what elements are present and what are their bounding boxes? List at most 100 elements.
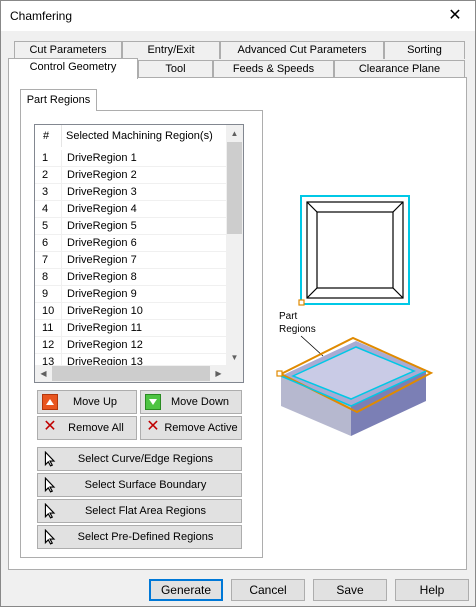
tab-control-geometry[interactable]: Control Geometry bbox=[8, 58, 138, 79]
select-surface-label: Select Surface Boundary bbox=[84, 479, 207, 491]
scroll-corner bbox=[226, 365, 243, 382]
column-header-number[interactable]: # bbox=[43, 130, 49, 142]
row-number: 4 bbox=[42, 203, 49, 215]
move-down-icon bbox=[145, 394, 161, 410]
select-curve-edge-regions-button[interactable]: Select Curve/Edge Regions bbox=[37, 447, 242, 471]
row-separator bbox=[61, 184, 62, 201]
list-rows: 1 DriveRegion 1 2 DriveRegion 2 3 DriveRegi… bbox=[35, 150, 227, 371]
tab-entry-exit[interactable]: Entry/Exit bbox=[122, 41, 220, 59]
row-region-name: DriveRegion 11 bbox=[67, 322, 143, 334]
cursor-arrow-icon bbox=[44, 529, 56, 545]
start-point-marker bbox=[298, 299, 305, 306]
machining-regions-list[interactable]: # Selected Machining Region(s) 1 DriveReg… bbox=[34, 124, 244, 383]
save-button[interactable]: Save bbox=[313, 579, 387, 601]
chamfering-dialog: Chamfering ✕ Cut Parameters Entry/Exit A… bbox=[0, 0, 476, 607]
row-region-name: DriveRegion 1 bbox=[67, 152, 137, 164]
row-number: 9 bbox=[42, 288, 49, 300]
row-region-name: DriveRegion 5 bbox=[67, 220, 137, 232]
list-item[interactable]: 2 DriveRegion 2 bbox=[35, 167, 227, 184]
row-region-name: DriveRegion 6 bbox=[67, 237, 137, 249]
horizontal-scrollbar[interactable]: ◀ ▶ bbox=[35, 365, 227, 382]
list-item[interactable]: 4 DriveRegion 4 bbox=[35, 201, 227, 218]
column-separator bbox=[61, 125, 62, 147]
scroll-up-icon[interactable]: ▲ bbox=[226, 125, 243, 142]
row-number: 7 bbox=[42, 254, 49, 266]
row-region-name: DriveRegion 2 bbox=[67, 169, 137, 181]
part-label-line2: Regions bbox=[279, 324, 316, 335]
list-item[interactable]: 11 DriveRegion 11 bbox=[35, 320, 227, 337]
list-header: # Selected Machining Region(s) bbox=[35, 125, 227, 147]
row-region-name: DriveRegion 10 bbox=[67, 305, 143, 317]
remove-active-button[interactable]: ✕ Remove Active bbox=[140, 416, 242, 440]
row-number: 8 bbox=[42, 271, 49, 283]
select-predefined-regions-button[interactable]: Select Pre-Defined Regions bbox=[37, 525, 242, 549]
list-item[interactable]: 9 DriveRegion 9 bbox=[35, 286, 227, 303]
row-region-name: DriveRegion 4 bbox=[67, 203, 137, 215]
list-item[interactable]: 3 DriveRegion 3 bbox=[35, 184, 227, 201]
tab-part-regions[interactable]: Part Regions bbox=[20, 89, 97, 111]
scroll-left-icon[interactable]: ◀ bbox=[35, 365, 52, 382]
tab-clearance-plane[interactable]: Clearance Plane bbox=[334, 60, 465, 78]
cursor-arrow-icon bbox=[44, 451, 56, 467]
select-predefined-label: Select Pre-Defined Regions bbox=[77, 531, 214, 543]
column-header-region[interactable]: Selected Machining Region(s) bbox=[66, 130, 213, 142]
tab-cut-parameters[interactable]: Cut Parameters bbox=[14, 41, 122, 59]
list-item[interactable]: 6 DriveRegion 6 bbox=[35, 235, 227, 252]
row-number: 3 bbox=[42, 186, 49, 198]
label-leader-line bbox=[300, 335, 324, 357]
row-separator bbox=[61, 150, 62, 167]
remove-x-icon: ✕ bbox=[146, 418, 160, 435]
select-flat-area-regions-button[interactable]: Select Flat Area Regions bbox=[37, 499, 242, 523]
list-item[interactable]: 1 DriveRegion 1 bbox=[35, 150, 227, 167]
window-title: Chamfering bbox=[10, 9, 73, 23]
row-region-name: DriveRegion 3 bbox=[67, 186, 137, 198]
select-flat-label: Select Flat Area Regions bbox=[84, 505, 207, 517]
row-separator bbox=[61, 218, 62, 235]
title-bar: Chamfering ✕ bbox=[1, 1, 475, 31]
move-up-label: Move Up bbox=[72, 396, 118, 408]
close-icon[interactable]: ✕ bbox=[445, 6, 465, 26]
list-item[interactable]: 5 DriveRegion 5 bbox=[35, 218, 227, 235]
start-point-marker-3d bbox=[276, 370, 283, 377]
tab-feeds-speeds[interactable]: Feeds & Speeds bbox=[213, 60, 334, 78]
tab-advanced-cut-parameters[interactable]: Advanced Cut Parameters bbox=[220, 41, 384, 59]
list-item[interactable]: 8 DriveRegion 8 bbox=[35, 269, 227, 286]
part-label-line1: Part bbox=[279, 311, 298, 322]
generate-button[interactable]: Generate bbox=[149, 579, 223, 601]
row-number: 5 bbox=[42, 220, 49, 232]
row-number: 10 bbox=[42, 305, 55, 317]
row-separator bbox=[61, 303, 62, 320]
scroll-down-icon[interactable]: ▼ bbox=[226, 349, 243, 366]
list-item[interactable]: 10 DriveRegion 10 bbox=[35, 303, 227, 320]
cursor-arrow-icon bbox=[44, 503, 56, 519]
vertical-scroll-thumb[interactable] bbox=[227, 142, 242, 234]
part-regions-illustration: Part Regions bbox=[276, 195, 434, 436]
cancel-button[interactable]: Cancel bbox=[231, 579, 305, 601]
remove-all-button[interactable]: ✕ Remove All bbox=[37, 416, 137, 440]
move-down-label: Move Down bbox=[170, 396, 230, 408]
move-up-button[interactable]: Move Up bbox=[37, 390, 137, 414]
remove-active-label: Remove Active bbox=[164, 422, 238, 434]
row-separator bbox=[61, 201, 62, 218]
move-down-button[interactable]: Move Down bbox=[140, 390, 242, 414]
tab-sorting[interactable]: Sorting bbox=[384, 41, 465, 59]
select-surface-boundary-button[interactable]: Select Surface Boundary bbox=[37, 473, 242, 497]
horizontal-scroll-thumb[interactable] bbox=[52, 366, 210, 381]
row-region-name: DriveRegion 12 bbox=[67, 339, 143, 351]
row-separator bbox=[61, 286, 62, 303]
list-item[interactable]: 12 DriveRegion 12 bbox=[35, 337, 227, 354]
top-view-inner-edge bbox=[316, 211, 394, 289]
row-region-name: DriveRegion 9 bbox=[67, 288, 137, 300]
list-item[interactable]: 7 DriveRegion 7 bbox=[35, 252, 227, 269]
vertical-scrollbar[interactable]: ▲ ▼ bbox=[226, 125, 243, 366]
help-button[interactable]: Help bbox=[395, 579, 469, 601]
row-separator bbox=[61, 269, 62, 286]
row-number: 6 bbox=[42, 237, 49, 249]
row-region-name: DriveRegion 8 bbox=[67, 271, 137, 283]
row-separator bbox=[61, 235, 62, 252]
row-separator bbox=[61, 167, 62, 184]
move-up-icon bbox=[42, 394, 58, 410]
row-number: 1 bbox=[42, 152, 49, 164]
scroll-right-icon[interactable]: ▶ bbox=[210, 365, 227, 382]
tab-tool[interactable]: Tool bbox=[138, 60, 213, 78]
